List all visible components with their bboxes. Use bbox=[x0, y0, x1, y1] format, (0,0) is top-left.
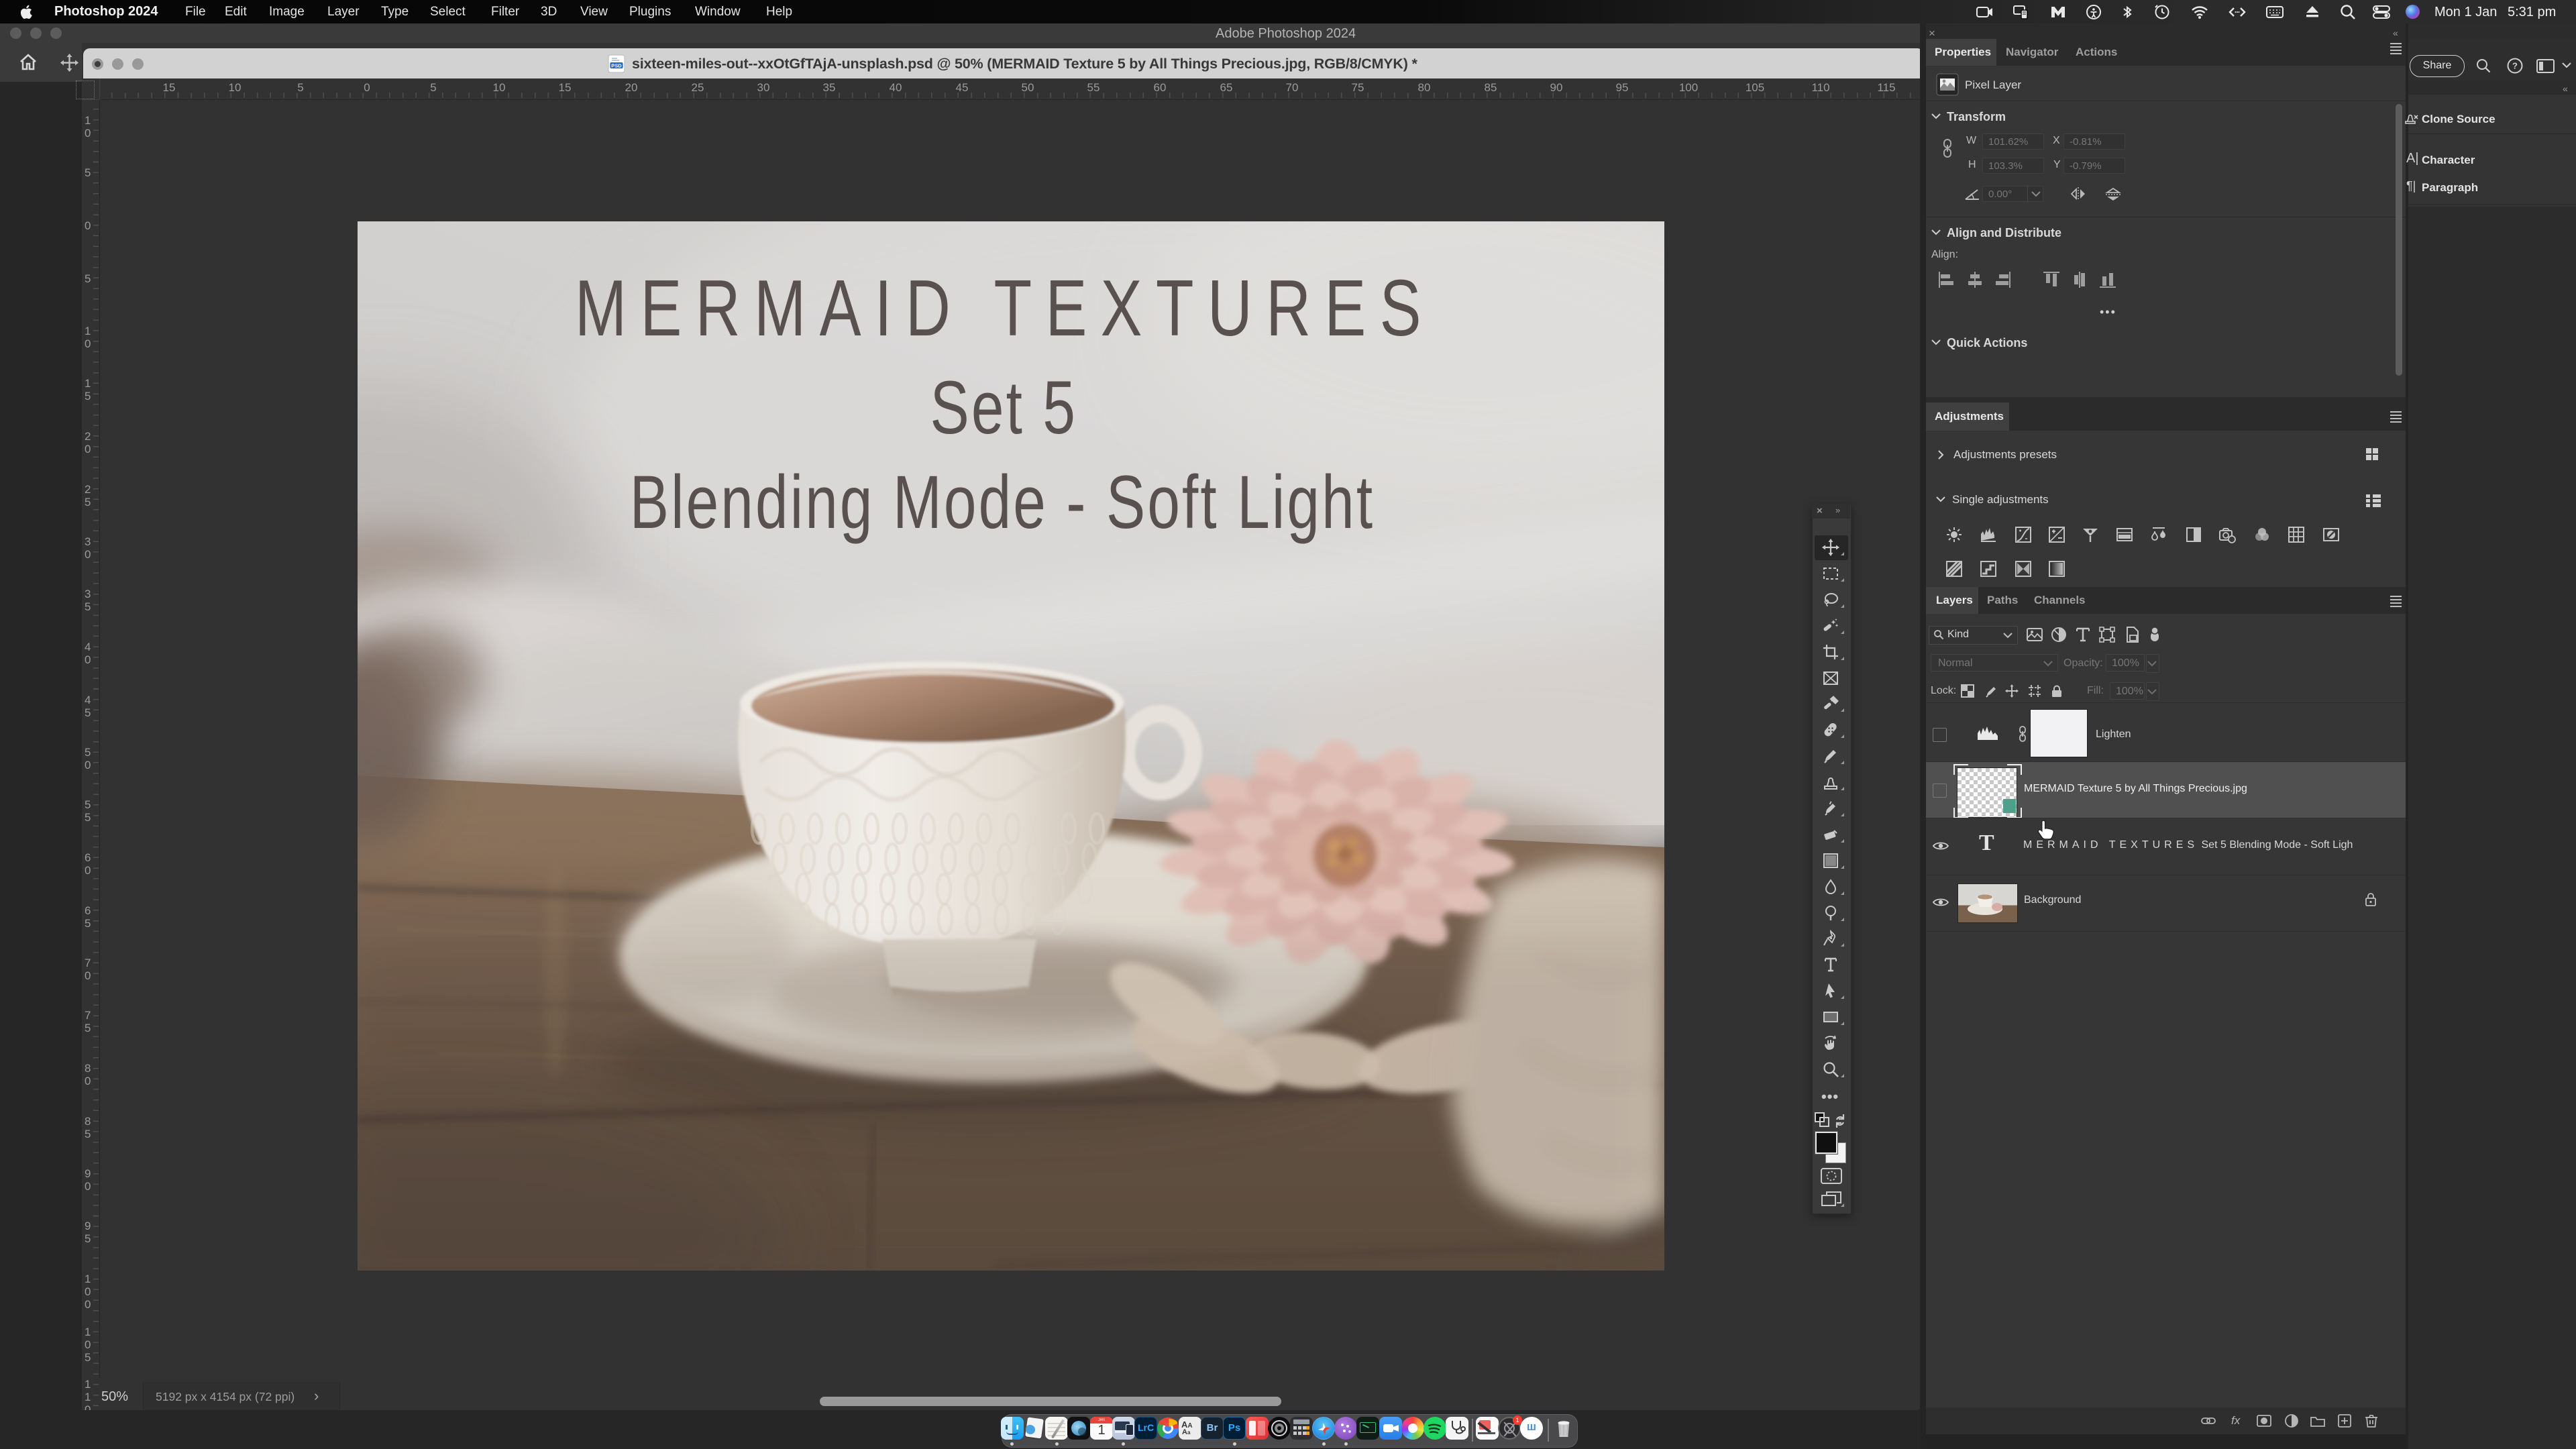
svg-text:Blending Mode - Soft Light: Blending Mode - Soft Light bbox=[630, 461, 1375, 545]
svg-text:PSD: PSD bbox=[611, 62, 622, 68]
svg-text:fx: fx bbox=[2231, 1414, 2241, 1427]
svg-text:MERMAID TEXTURES: MERMAID TEXTURES bbox=[575, 263, 1435, 353]
svg-text:Set 5: Set 5 bbox=[930, 366, 1078, 450]
svg-text:?: ? bbox=[2512, 61, 2518, 71]
